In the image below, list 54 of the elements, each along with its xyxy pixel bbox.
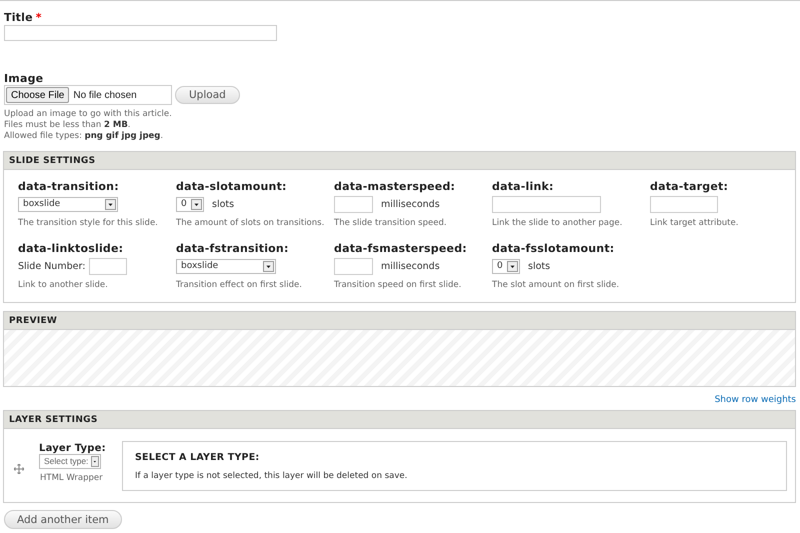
help-text: Transition effect on first slide. [176, 280, 303, 291]
input-label: Slide Number: [18, 260, 86, 272]
dropdown[interactable]: 0 [492, 258, 520, 274]
choose-file-button[interactable]: Choose File [6, 87, 70, 103]
text-input[interactable] [89, 258, 128, 274]
help-text: Transition speed on first slide. [334, 280, 462, 291]
field-label: Title [4, 11, 33, 24]
section-heading: PREVIEW [4, 312, 795, 330]
field-label: data-fsslotamount: [492, 242, 616, 255]
dropdown[interactable]: 0 [176, 196, 204, 212]
layer-type-dropdown[interactable]: Select type: [39, 454, 101, 468]
dropdown[interactable]: boxslide [176, 258, 276, 274]
panel-heading: SELECT A LAYER TYPE: [135, 452, 260, 462]
field-label: data-masterspeed: [334, 180, 456, 193]
dropdown[interactable]: boxslide [18, 196, 118, 212]
upload-button[interactable]: Upload [175, 86, 240, 104]
field-label: Layer Type: [39, 442, 107, 454]
panel-message: If a layer type is not selected, this layer will be deleted on save. [135, 470, 408, 480]
text-input[interactable] [650, 196, 718, 212]
unit-label: slots [528, 260, 550, 272]
add-another-item-button[interactable]: Add another item [4, 510, 122, 529]
text-input[interactable] [492, 196, 601, 212]
field-label: data-fstransition: [176, 242, 290, 255]
show-row-weights-link[interactable]: Show row weights [714, 395, 796, 410]
field-label: data-transition: [18, 180, 120, 193]
help-text: The transition style for this slide. [18, 218, 159, 229]
help-text: The slot amount on first slide. [492, 280, 620, 291]
help-text: The slide transition speed. [334, 218, 448, 229]
required-marker: * [36, 11, 42, 24]
unit-label: milliseconds [381, 198, 440, 210]
layer-caption: HTML Wrapper [39, 472, 104, 482]
title-input[interactable] [4, 25, 277, 41]
help-text: Upload an image to go with this article. [4, 109, 173, 120]
field-label: data-fsmasterspeed: [334, 242, 468, 255]
text-input[interactable] [334, 196, 373, 212]
help-text: The amount of slots on transitions. [176, 218, 326, 229]
help-text: Allowed file types: png gif jpg jpeg. [4, 131, 164, 142]
section-heading: SLIDE SETTINGS [4, 152, 795, 170]
field-label: data-target: [650, 180, 730, 193]
field-label: Image [4, 72, 44, 85]
help-text: Link target attribute. [650, 218, 740, 229]
help-text: Link the slide to another page. [492, 218, 624, 229]
file-field[interactable]: Choose File No file chosen [4, 85, 172, 105]
drag-handle-icon[interactable] [14, 464, 24, 474]
unit-label: milliseconds [381, 260, 440, 272]
help-text: Files must be less than 2 MB. [4, 120, 132, 131]
unit-label: slots [212, 198, 234, 210]
file-status: No file chosen [73, 90, 137, 100]
field-label: data-link: [492, 180, 555, 193]
text-input[interactable] [334, 258, 373, 274]
help-text: Link to another slide. [18, 280, 109, 291]
field-label: data-slotamount: [176, 180, 288, 193]
section-heading: LAYER SETTINGS [4, 411, 795, 429]
field-label: data-linktoslide: [18, 242, 124, 255]
